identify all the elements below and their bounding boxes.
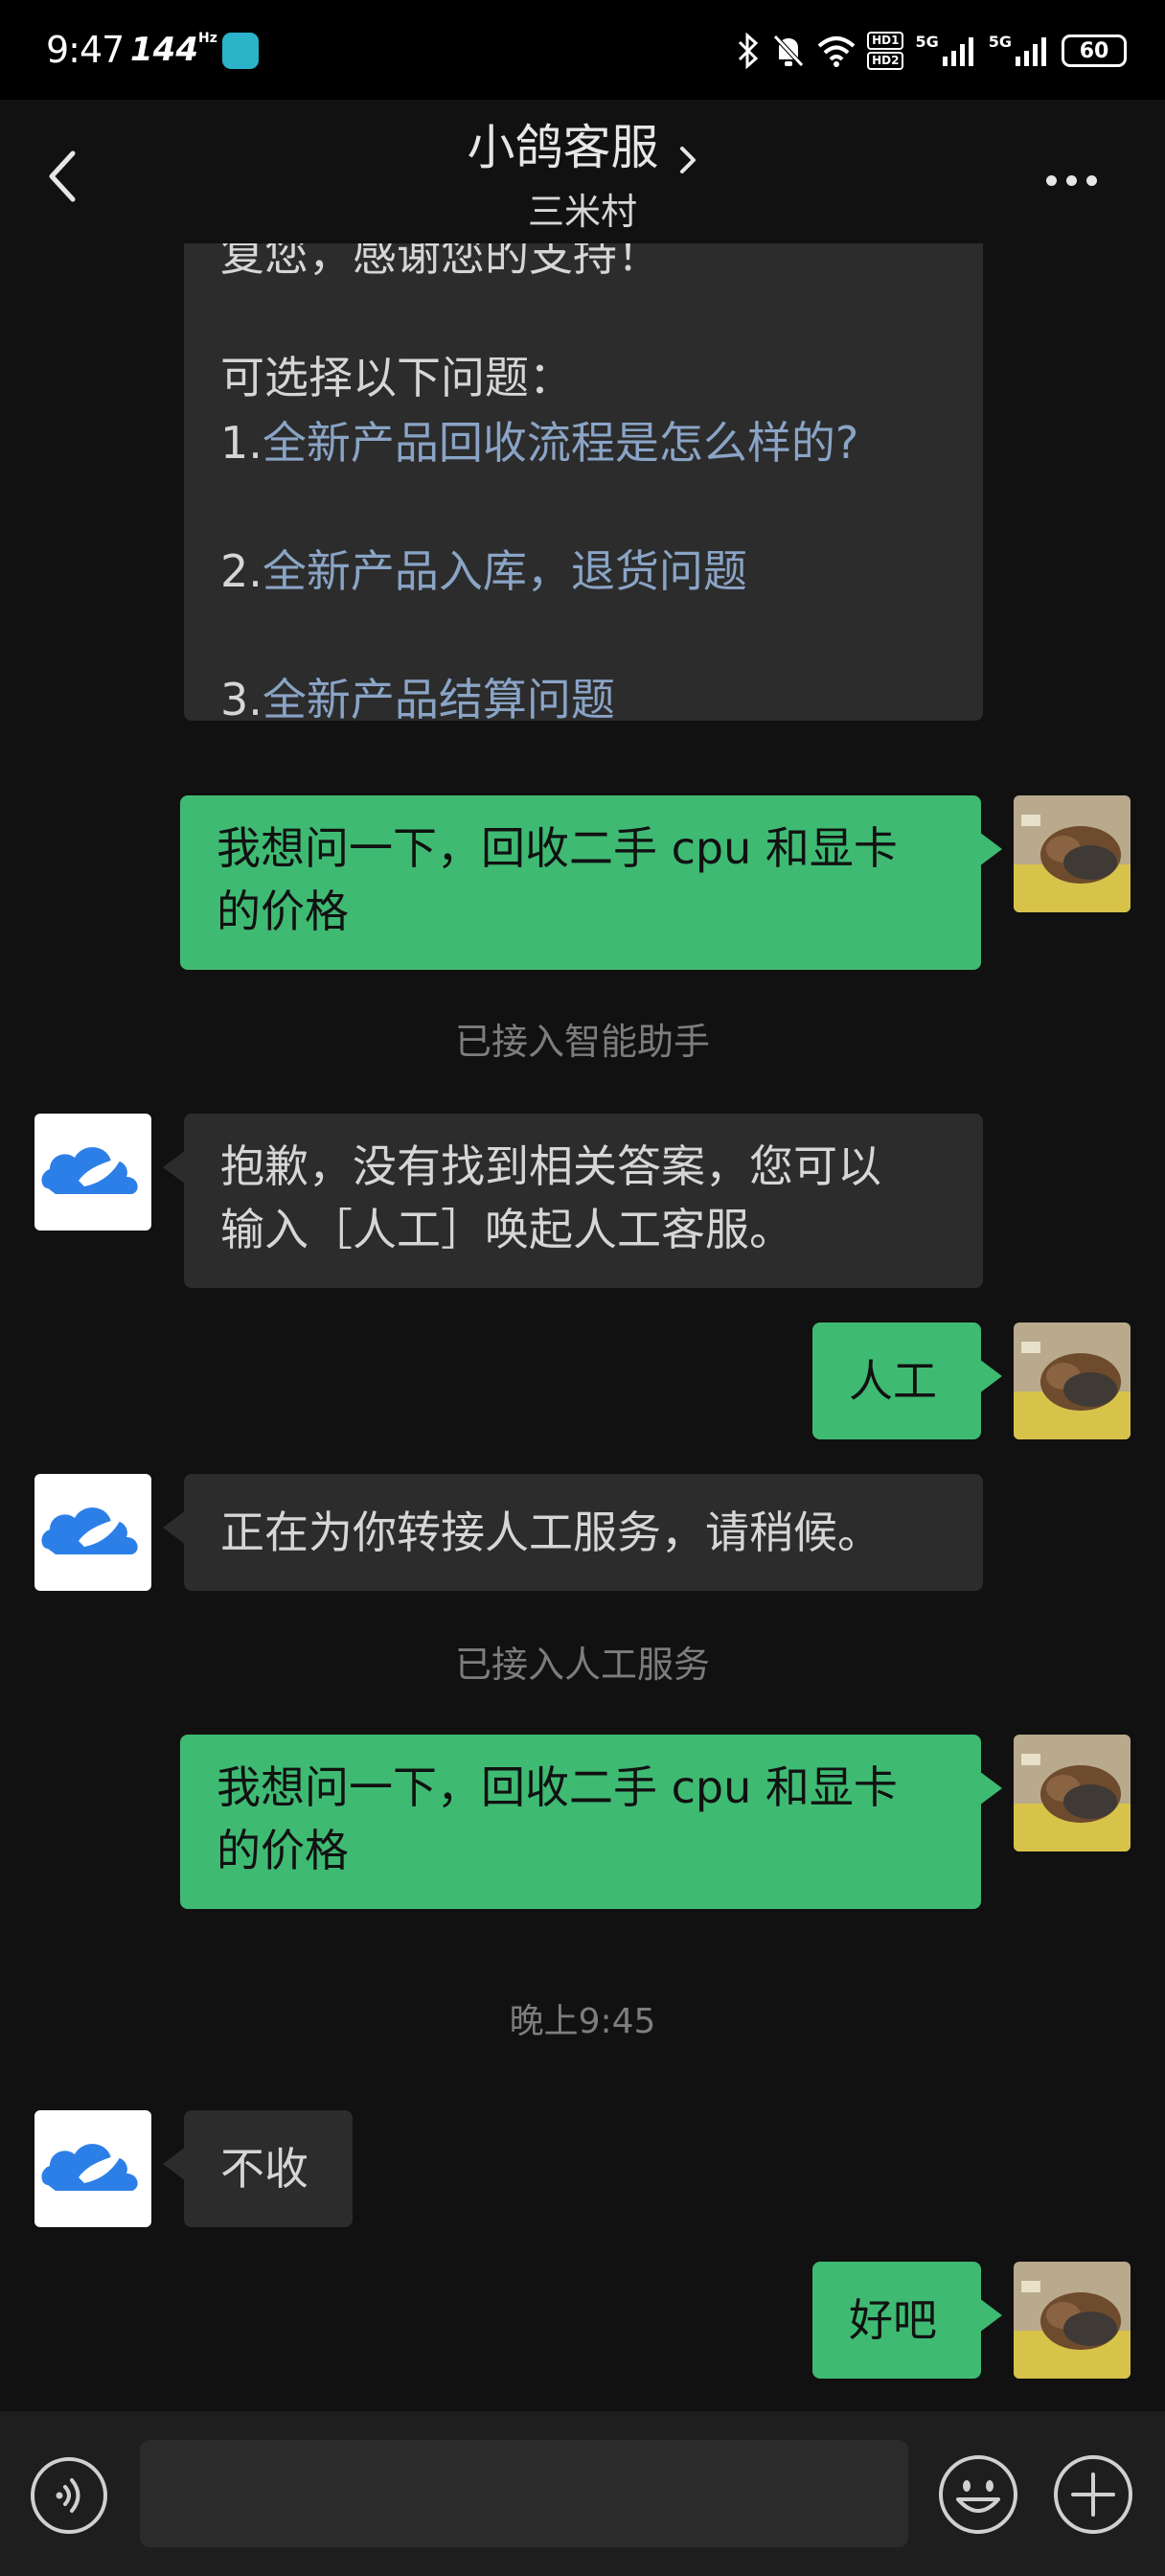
message-list[interactable]: 复您，感谢您的支持！ 可选择以下问题： 1.全新产品回收流程是怎么样的? 2.全… xyxy=(0,243,1165,2411)
message-bubble-outgoing: 我想问一下，回收二手 cpu 和显卡 的价格 xyxy=(180,1735,1002,1909)
voice-icon xyxy=(31,2457,107,2534)
avatar-photo-icon xyxy=(1014,2262,1131,2379)
battery-indicator: 60 xyxy=(1062,34,1127,67)
avatar-photo-icon xyxy=(1014,795,1131,912)
message-text: 我想问一下，回收二手 cpu 和显卡 xyxy=(217,1761,898,1813)
more-actions-button[interactable] xyxy=(1052,2453,1134,2536)
message-bubble-outgoing: 我想问一下，回收二手 cpu 和显卡 的价格 xyxy=(180,795,1002,970)
signal-icon-1 xyxy=(942,37,973,66)
faq-link-2[interactable]: 全新产品入库，退货问题 xyxy=(263,545,747,597)
message-bubble-outgoing: 人工 xyxy=(812,1322,1002,1439)
message-text: 不收 xyxy=(220,2143,308,2195)
chat-subtitle: 三米村 xyxy=(527,191,637,233)
message-text: 人工 xyxy=(849,1355,937,1407)
my-avatar[interactable] xyxy=(1014,795,1131,912)
timestamp: 晚上9:45 xyxy=(509,2002,656,2041)
status-icons: HD1 HD2 5G 5G 60 xyxy=(737,27,1127,75)
cloud-bird-logo-icon xyxy=(41,1507,138,1554)
bot-avatar[interactable] xyxy=(34,1474,151,1591)
page-title: 小鸽客服 xyxy=(467,120,659,175)
faq-link-1[interactable]: 全新产品回收流程是怎么样的? xyxy=(263,417,858,469)
message-text: 的价格 xyxy=(217,886,349,937)
message-text: 抱歉，没有找到相关答案，您可以 xyxy=(220,1140,881,1192)
status-time: 9:47 xyxy=(46,29,125,71)
chat-header: 小鸽客服 三米村 xyxy=(0,100,1165,243)
message-input[interactable] xyxy=(140,2440,908,2547)
message-text: 好吧 xyxy=(849,2294,937,2346)
system-notice: 已接入人工服务 xyxy=(454,1644,710,1686)
input-bar xyxy=(0,2411,1165,2576)
signal-icon-2 xyxy=(1016,37,1046,66)
refresh-rate: 144Hz xyxy=(130,31,217,69)
cloud-bird-logo-icon xyxy=(41,1147,138,1194)
network-type-2: 5G xyxy=(988,33,1012,51)
more-button[interactable] xyxy=(1046,161,1108,199)
status-bar: 9:47 144Hz HD1 HD2 5G 5G 60 xyxy=(0,0,1165,100)
mute-bell-icon xyxy=(773,34,804,67)
message-bubble-faq: 复您，感谢您的支持！ 可选择以下问题： 1.全新产品回收流程是怎么样的? 2.全… xyxy=(184,243,983,725)
message-text: 可选择以下问题： xyxy=(220,352,573,403)
bot-avatar[interactable] xyxy=(34,1114,151,1230)
wifi-icon xyxy=(817,36,856,67)
more-dots-icon xyxy=(1046,174,1057,186)
hd-badges: HD1 HD2 xyxy=(867,32,904,70)
message-text: 的价格 xyxy=(217,1825,349,1876)
faq-item-1[interactable]: 1.全新产品回收流程是怎么样的? xyxy=(220,410,947,539)
network-type-1: 5G xyxy=(915,33,939,51)
faq-item-3[interactable]: 3.全新产品结算问题 xyxy=(220,667,947,732)
message-text: 正在为你转接人工服务，请稍候。 xyxy=(220,1506,881,1558)
my-avatar[interactable] xyxy=(1014,2262,1131,2379)
message-text: 输入［人工］唤起人工客服。 xyxy=(220,1204,793,1255)
plus-icon xyxy=(1054,2455,1132,2534)
my-avatar[interactable] xyxy=(1014,1735,1131,1852)
message-bubble-bot: 抱歉，没有找到相关答案，您可以 输入［人工］唤起人工客服。 xyxy=(163,1114,983,1288)
message-bubble-bot: 正在为你转接人工服务，请稍候。 xyxy=(163,1474,983,1591)
message-text: 我想问一下，回收二手 cpu 和显卡 xyxy=(217,822,898,874)
faq-item-2[interactable]: 2.全新产品入库，退货问题 xyxy=(220,539,947,667)
cloud-bird-logo-icon xyxy=(41,2144,138,2191)
emoji-icon xyxy=(939,2455,1017,2534)
message-bubble-outgoing: 好吧 xyxy=(812,2262,1002,2379)
voice-button[interactable] xyxy=(29,2455,109,2536)
my-avatar[interactable] xyxy=(1014,1322,1131,1439)
message-bubble-agent: 不收 xyxy=(163,2110,353,2227)
chevron-right-icon xyxy=(679,146,696,173)
bluetooth-icon xyxy=(739,33,759,69)
emoji-button[interactable] xyxy=(937,2453,1019,2536)
avatar-photo-icon xyxy=(1014,1322,1131,1439)
faq-link-3[interactable]: 全新产品结算问题 xyxy=(263,674,615,725)
avatar-photo-icon xyxy=(1014,1735,1131,1852)
system-notice: 已接入智能助手 xyxy=(454,1021,710,1063)
message-text: 复您，感谢您的支持！ xyxy=(220,243,661,281)
bot-avatar[interactable] xyxy=(34,2110,151,2227)
chat-title-area[interactable]: 小鸽客服 xyxy=(0,109,1165,179)
app-notification-icon xyxy=(222,33,259,69)
